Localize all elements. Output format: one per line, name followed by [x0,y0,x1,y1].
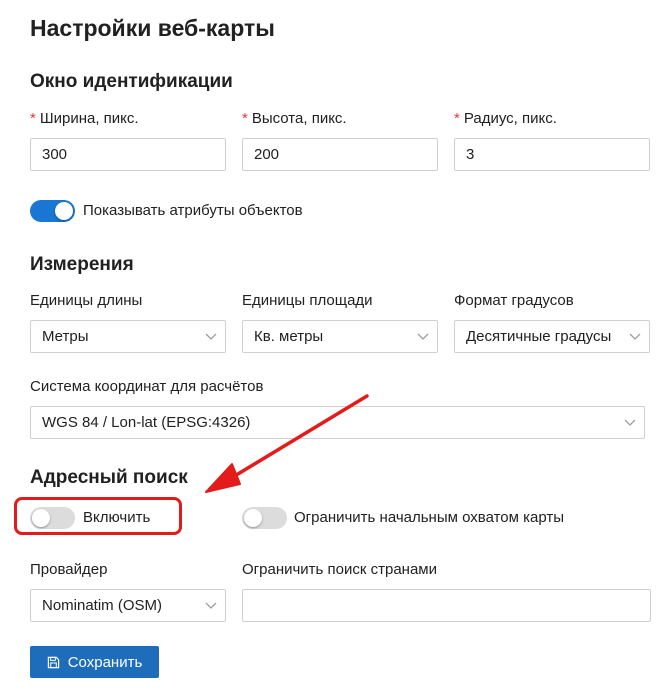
floppy-disk-icon [47,656,59,668]
length-units-select[interactable]: Метры [30,320,226,353]
provider-label: Провайдер [30,561,108,578]
identify-section-title: Окно идентификации [30,71,233,92]
degree-format-value: Десятичные градусы [466,328,612,345]
chevron-down-icon [417,333,429,340]
srs-label: Система координат для расчётов [30,378,264,395]
save-button-label: Сохранить [67,653,143,671]
limit-extent-toggle[interactable] [242,507,287,529]
srs-select[interactable]: WGS 84 / Lon-lat (EPSG:4326) [30,406,645,439]
chevron-down-icon [624,419,636,426]
width-input[interactable] [30,138,226,171]
countries-input[interactable] [242,589,651,622]
toggle-knob [244,509,262,527]
save-button[interactable]: Сохранить [30,646,159,678]
required-mark: * [454,110,460,127]
length-units-value: Метры [42,328,89,345]
chevron-down-icon [205,333,217,340]
annotation-highlight-box [14,497,182,535]
toggle-knob [55,202,73,220]
measure-section-title: Измерения [30,254,134,275]
limit-extent-label: Ограничить начальным охватом карты [294,509,565,526]
width-label: * Ширина, пикс. [30,110,139,127]
chevron-down-icon [629,333,641,340]
height-input[interactable] [242,138,438,171]
width-label-text: Ширина, пикс. [39,110,139,127]
page-title: Настройки веб-карты [30,15,275,41]
required-mark: * [30,110,36,127]
area-units-select[interactable]: Кв. метры [242,320,438,353]
degree-format-select[interactable]: Десятичные градусы [454,320,650,353]
height-label-text: Высота, пикс. [251,110,347,127]
provider-value: Nominatim (OSM) [42,597,163,614]
required-mark: * [242,110,248,127]
srs-value: WGS 84 / Lon-lat (EPSG:4326) [42,414,251,431]
radius-input[interactable] [454,138,650,171]
area-units-value: Кв. метры [254,328,324,345]
radius-label: * Радиус, пикс. [454,110,557,127]
provider-select[interactable]: Nominatim (OSM) [30,589,226,622]
area-units-label: Единицы площади [242,292,373,309]
length-units-label: Единицы длины [30,292,143,309]
countries-label: Ограничить поиск странами [242,561,437,578]
show-attributes-toggle[interactable] [30,200,75,222]
address-search-section-title: Адресный поиск [30,467,188,488]
degree-format-label: Формат градусов [454,292,574,309]
show-attributes-label: Показывать атрибуты объектов [83,202,303,219]
height-label: * Высота, пикс. [242,110,347,127]
radius-label-text: Радиус, пикс. [463,110,557,127]
chevron-down-icon [205,602,217,609]
